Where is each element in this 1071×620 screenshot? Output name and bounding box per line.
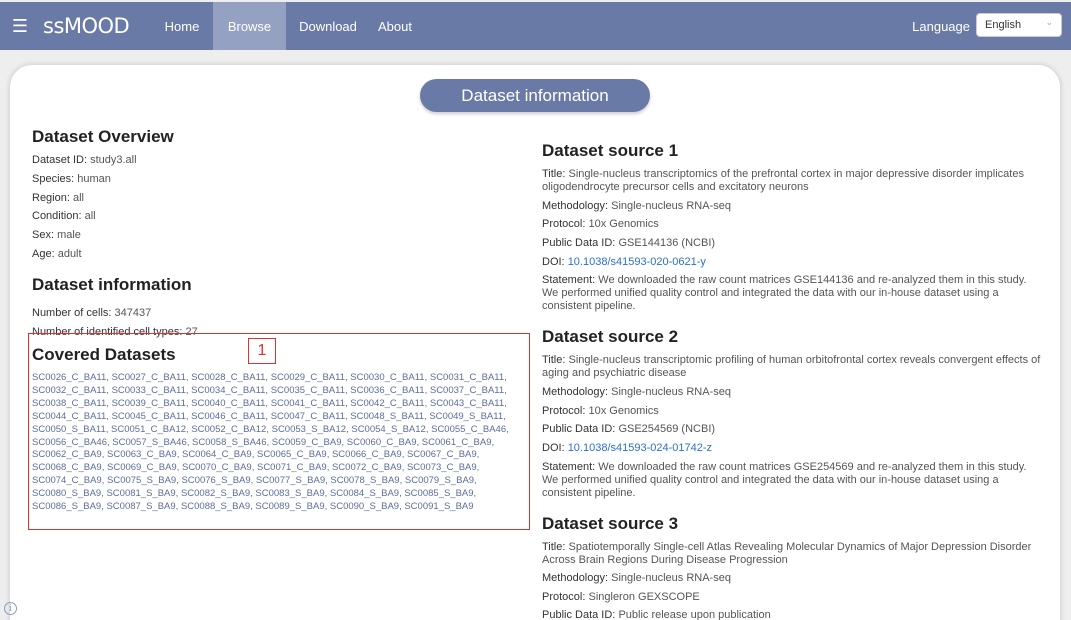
- field-value: Single-nucleus RNA-seq: [611, 572, 731, 584]
- annotation-box: [28, 333, 530, 530]
- source-2-heading: Dataset source 2: [542, 327, 679, 346]
- field-label: Title:: [542, 354, 566, 366]
- field-label: Methodology:: [542, 386, 609, 398]
- nav-item-download[interactable]: Download: [286, 2, 370, 50]
- field-value: 347437: [114, 307, 152, 319]
- field-label: Species:: [32, 173, 75, 185]
- field-label: Title:: [542, 168, 566, 180]
- field-condition: Condition: all: [32, 210, 96, 222]
- top-navbar: ☰ ssMOOD Home Browse Download About Lang…: [0, 2, 1071, 50]
- source-2-protocol: Protocol: 10x Genomics: [542, 405, 1042, 418]
- nav-item-browse[interactable]: Browse: [213, 2, 286, 50]
- nav-item-about[interactable]: About: [370, 2, 420, 50]
- field-label: Sex:: [32, 229, 55, 241]
- field-label: Protocol:: [542, 405, 586, 417]
- annotation-tag: 1: [248, 338, 276, 364]
- source-2-statement: Statement: We downloaded the raw count m…: [542, 461, 1042, 500]
- field-sex: Sex: male: [32, 229, 81, 241]
- source-1-doi: DOI: 10.1038/s41593-020-0621-y: [542, 256, 1042, 269]
- source-1-title: Title: Single-nucleus transcriptomics of…: [542, 168, 1042, 194]
- field-label: Age:: [32, 248, 55, 260]
- field-value: all: [84, 210, 96, 222]
- field-num-cells: Number of cells: 347437: [32, 307, 151, 319]
- field-value: 10x Genomics: [588, 218, 659, 230]
- field-value: all: [72, 192, 84, 204]
- field-dataset-id: Dataset ID: study3.all: [32, 154, 137, 166]
- language-select[interactable]: English ⌄: [976, 13, 1062, 37]
- field-label: Statement:: [542, 274, 596, 286]
- field-label: Condition:: [32, 210, 82, 222]
- site-logo[interactable]: ssMOOD: [43, 14, 151, 38]
- field-value: human: [77, 173, 111, 185]
- source-3-method: Methodology: Single-nucleus RNA-seq: [542, 572, 1042, 585]
- field-label: Methodology:: [542, 572, 609, 584]
- field-species: Species: human: [32, 173, 111, 185]
- field-label: DOI:: [542, 442, 565, 454]
- source-3-title: Title: Spatiotemporally Single-cell Atla…: [542, 541, 1042, 567]
- field-label: Public Data ID:: [542, 609, 616, 620]
- field-value: male: [57, 229, 81, 241]
- overview-heading: Dataset Overview: [32, 127, 174, 146]
- doi-link[interactable]: 10.1038/s41593-020-0621-y: [568, 256, 706, 268]
- field-value: Single-nucleus transcriptomics of the pr…: [542, 168, 1024, 193]
- source-3-public-id: Public Data ID: Public release upon publ…: [542, 609, 1042, 620]
- field-value: Singleron GEXSCOPE: [588, 591, 700, 603]
- source-1-public-id: Public Data ID: GSE144136 (NCBI): [542, 237, 1042, 250]
- field-value: We downloaded the raw count matrices GSE…: [542, 274, 1027, 312]
- field-label: Title:: [542, 541, 566, 553]
- source-1-method: Methodology: Single-nucleus RNA-seq: [542, 200, 1042, 213]
- info-icon[interactable]: i: [4, 602, 17, 615]
- doi-link[interactable]: 10.1038/s41593-024-01742-z: [568, 442, 712, 454]
- field-label: Public Data ID:: [542, 423, 616, 435]
- field-value: Single-nucleus RNA-seq: [611, 200, 731, 212]
- field-label: Public Data ID:: [542, 237, 616, 249]
- source-1-protocol: Protocol: 10x Genomics: [542, 218, 1042, 231]
- field-label: Protocol:: [542, 591, 586, 603]
- field-label: Methodology:: [542, 200, 609, 212]
- field-value: 10x Genomics: [588, 405, 659, 417]
- field-label: Protocol:: [542, 218, 586, 230]
- source-3-heading: Dataset source 3: [542, 514, 679, 533]
- chevron-down-icon: ⌄: [1045, 18, 1053, 28]
- field-value: GSE254569 (NCBI): [618, 423, 716, 435]
- field-value: Public release upon publication: [618, 609, 771, 620]
- hamburger-menu-icon[interactable]: ☰: [0, 2, 40, 50]
- field-label: Statement:: [542, 461, 596, 473]
- field-value: adult: [57, 248, 82, 260]
- field-value: Spatiotemporally Single-cell Atlas Revea…: [542, 541, 1032, 566]
- language-selected-value: English: [985, 19, 1022, 31]
- field-label: Number of cells:: [32, 307, 112, 319]
- field-label: DOI:: [542, 256, 565, 268]
- source-2-method: Methodology: Single-nucleus RNA-seq: [542, 386, 1042, 399]
- source-2-doi: DOI: 10.1038/s41593-024-01742-z: [542, 442, 1042, 455]
- source-2-title: Title: Single-nucleus transcriptomic pro…: [542, 354, 1042, 380]
- source-1-statement: Statement: We downloaded the raw count m…: [542, 274, 1042, 313]
- source-3-protocol: Protocol: Singleron GEXSCOPE: [542, 591, 1042, 604]
- field-value: Single-nucleus transcriptomic profiling …: [542, 354, 1041, 379]
- field-age: Age: adult: [32, 248, 82, 260]
- language-label: Language: [912, 18, 970, 34]
- field-region: Region: all: [32, 192, 84, 204]
- field-label: Region:: [32, 192, 70, 204]
- nav-item-home[interactable]: Home: [151, 2, 213, 50]
- field-value: study3.all: [90, 154, 137, 166]
- source-2-public-id: Public Data ID: GSE254569 (NCBI): [542, 423, 1042, 436]
- source-1-heading: Dataset source 1: [542, 141, 679, 160]
- field-value: Single-nucleus RNA-seq: [611, 386, 731, 398]
- field-value: We downloaded the raw count matrices GSE…: [542, 461, 1027, 499]
- field-label: Dataset ID:: [32, 154, 88, 166]
- page-title: Dataset information: [420, 79, 650, 112]
- field-value: GSE144136 (NCBI): [618, 237, 716, 249]
- info-heading: Dataset information: [32, 275, 192, 294]
